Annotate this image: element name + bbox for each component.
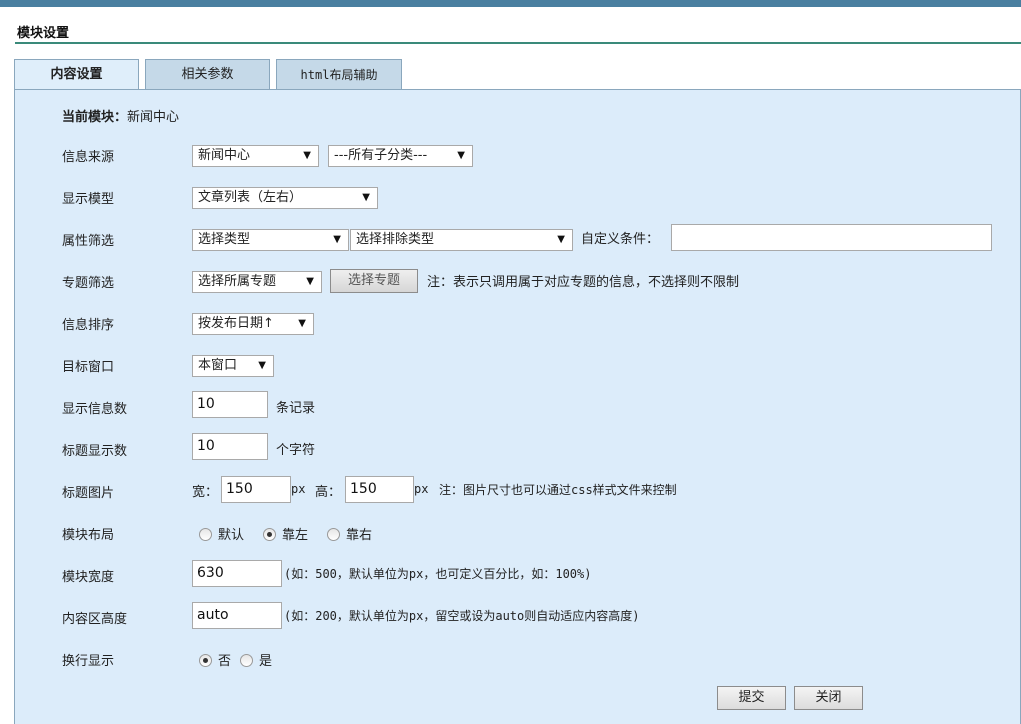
width-unit: px bbox=[291, 482, 306, 496]
sort-select[interactable]: 按发布日期↑ ▼ bbox=[192, 313, 314, 335]
close-button[interactable]: 关闭 bbox=[794, 686, 863, 710]
chevron-down-icon: ▼ bbox=[258, 360, 266, 371]
tab-content-settings[interactable]: 内容设置 bbox=[14, 59, 139, 91]
attr-exclude-select[interactable]: 选择排除类型 ▼ bbox=[350, 229, 573, 251]
subcategory-select[interactable]: ---所有子分类--- ▼ bbox=[328, 145, 473, 167]
current-module: 当前模块：新闻中心 bbox=[62, 106, 179, 125]
chevron-down-icon: ▼ bbox=[298, 318, 306, 329]
submit-button[interactable]: 提交 bbox=[717, 686, 786, 710]
tab-html-layout[interactable]: html布局辅助 bbox=[276, 59, 402, 90]
model-select-value: 文章列表（左右） bbox=[198, 190, 303, 205]
image-note: 注：图片尺寸也可以通过css样式文件来控制 bbox=[439, 483, 677, 497]
current-module-label: 当前模块： bbox=[62, 110, 128, 125]
attr-type-select-value: 选择类型 bbox=[198, 232, 251, 247]
title-length-label: 标题显示数 bbox=[62, 444, 128, 459]
settings-panel bbox=[14, 89, 1021, 724]
height-label: 高： bbox=[315, 485, 342, 500]
content-height-note: (如：200，默认单位为px，留空或设为auto则自动适应内容高度) bbox=[284, 609, 640, 623]
chevron-down-icon: ▼ bbox=[362, 192, 370, 203]
current-module-value: 新闻中心 bbox=[127, 110, 180, 125]
chevron-down-icon: ▼ bbox=[557, 234, 565, 245]
layout-right-radio[interactable] bbox=[327, 528, 340, 541]
custom-condition-label: 自定义条件： bbox=[581, 232, 660, 247]
title-divider bbox=[15, 42, 1021, 44]
layout-left-label: 靠左 bbox=[282, 528, 309, 543]
title-length-suffix: 个字符 bbox=[276, 443, 316, 458]
target-select[interactable]: 本窗口 ▼ bbox=[192, 355, 274, 377]
image-width-input[interactable]: 150 bbox=[221, 476, 291, 503]
content-height-input[interactable]: auto bbox=[192, 602, 282, 629]
wrap-no-radio[interactable] bbox=[199, 654, 212, 667]
chevron-down-icon: ▼ bbox=[306, 276, 314, 287]
tab-related-params[interactable]: 相关参数 bbox=[145, 59, 270, 90]
layout-right-label: 靠右 bbox=[346, 528, 373, 543]
subcategory-select-value: ---所有子分类--- bbox=[334, 148, 428, 163]
layout-left-radio[interactable] bbox=[263, 528, 276, 541]
topic-note: 注：表示只调用属于对应专题的信息，不选择则不限制 bbox=[427, 275, 740, 290]
layout-default-label: 默认 bbox=[218, 528, 245, 543]
model-select[interactable]: 文章列表（左右） ▼ bbox=[192, 187, 378, 209]
count-suffix: 条记录 bbox=[276, 401, 316, 416]
count-input[interactable]: 10 bbox=[192, 391, 268, 418]
choose-topic-button[interactable]: 选择专题 bbox=[330, 269, 418, 293]
module-width-label: 模块宽度 bbox=[62, 570, 115, 585]
image-height-input[interactable]: 150 bbox=[345, 476, 414, 503]
wrap-no-label: 否 bbox=[218, 654, 232, 669]
attr-label: 属性筛选 bbox=[62, 234, 115, 249]
count-label: 显示信息数 bbox=[62, 402, 128, 417]
topic-select[interactable]: 选择所属专题 ▼ bbox=[192, 271, 322, 293]
topic-select-value: 选择所属专题 bbox=[198, 274, 277, 289]
wrap-yes-label: 是 bbox=[259, 654, 273, 669]
top-bar bbox=[0, 0, 1021, 7]
height-unit: px bbox=[414, 482, 429, 496]
source-select-value: 新闻中心 bbox=[198, 148, 251, 163]
chevron-down-icon: ▼ bbox=[457, 150, 465, 161]
content-height-label: 内容区高度 bbox=[62, 612, 128, 627]
module-width-note: (如：500，默认单位为px，也可定义百分比，如：100%) bbox=[284, 567, 592, 581]
title-image-label: 标题图片 bbox=[62, 486, 115, 501]
module-width-input[interactable]: 630 bbox=[192, 560, 282, 587]
width-label: 宽： bbox=[192, 485, 219, 500]
chevron-down-icon: ▼ bbox=[333, 234, 341, 245]
target-select-value: 本窗口 bbox=[198, 358, 238, 373]
wrap-yes-radio[interactable] bbox=[240, 654, 253, 667]
sort-select-value: 按发布日期↑ bbox=[198, 316, 274, 331]
page-title: 模块设置 bbox=[17, 26, 70, 41]
model-label: 显示模型 bbox=[62, 192, 115, 207]
wrap-label: 换行显示 bbox=[62, 654, 115, 669]
layout-default-radio[interactable] bbox=[199, 528, 212, 541]
attr-type-select[interactable]: 选择类型 ▼ bbox=[192, 229, 349, 251]
title-length-input[interactable]: 10 bbox=[192, 433, 268, 460]
sort-label: 信息排序 bbox=[62, 318, 115, 333]
source-label: 信息来源 bbox=[62, 150, 115, 165]
target-label: 目标窗口 bbox=[62, 360, 115, 375]
custom-condition-input[interactable] bbox=[671, 224, 992, 251]
source-select[interactable]: 新闻中心 ▼ bbox=[192, 145, 319, 167]
layout-label: 模块布局 bbox=[62, 528, 115, 543]
topic-label: 专题筛选 bbox=[62, 276, 115, 291]
attr-exclude-select-value: 选择排除类型 bbox=[356, 232, 435, 247]
chevron-down-icon: ▼ bbox=[303, 150, 311, 161]
